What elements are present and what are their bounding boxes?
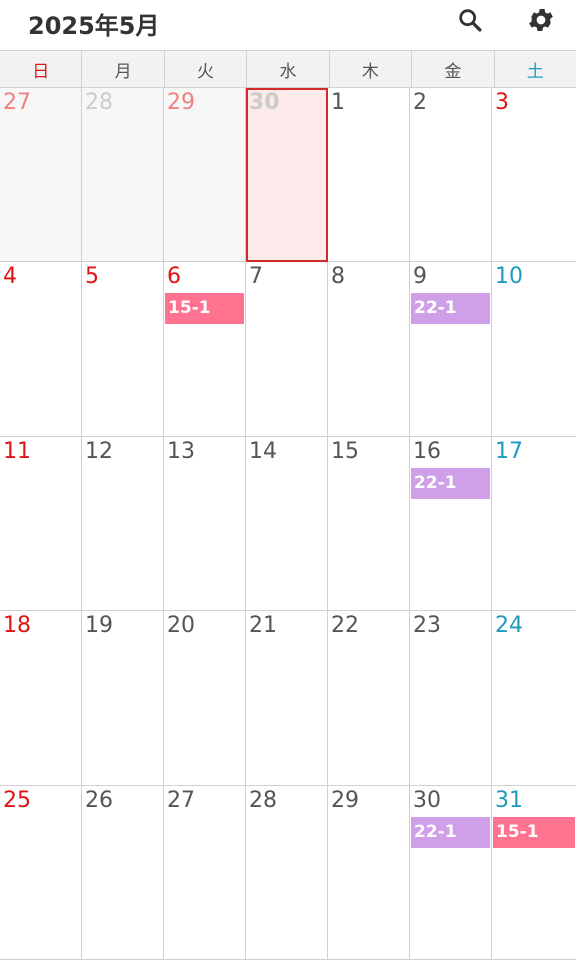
day-cell[interactable]: 26 xyxy=(82,785,164,960)
day-cell[interactable]: 9 22-1 xyxy=(410,262,492,437)
day-number: 1 xyxy=(331,90,345,115)
day-number: 6 xyxy=(167,264,181,290)
month-title[interactable]: 2025年5月 xyxy=(28,6,160,41)
day-cell[interactable]: 5 xyxy=(82,262,164,437)
day-number: 14 xyxy=(249,438,277,464)
day-number: 29 xyxy=(331,787,359,813)
weekday-header-row: 日 月 火 水 木 金 土 xyxy=(0,50,576,88)
day-number: 5 xyxy=(85,264,99,290)
weekday-sat: 土 xyxy=(526,61,544,82)
day-cell[interactable]: 13 xyxy=(164,436,246,612)
event-badge[interactable]: 22-1 xyxy=(411,293,490,325)
day-cell[interactable]: 20 xyxy=(164,611,246,786)
weekday-fri: 金 xyxy=(412,51,495,87)
gear-icon xyxy=(529,9,553,32)
day-cell[interactable]: 25 xyxy=(0,785,82,960)
day-cell[interactable]: 4 xyxy=(0,262,82,437)
settings-button[interactable] xyxy=(519,0,563,40)
day-number: 8 xyxy=(331,264,345,290)
day-number: 17 xyxy=(495,438,523,464)
calendar-header: 2025年5月 xyxy=(0,0,576,50)
day-cell[interactable]: 1 xyxy=(328,88,410,263)
day-cell[interactable]: 15 xyxy=(328,436,410,612)
day-number: 20 xyxy=(167,613,195,639)
weekday-sun: 日 xyxy=(0,51,83,87)
day-cell[interactable]: 12 xyxy=(82,436,164,612)
day-cell[interactable]: 11 xyxy=(0,436,82,612)
day-cell[interactable]: 27 xyxy=(0,88,82,263)
day-cell[interactable]: 22 xyxy=(328,611,410,786)
day-cell[interactable]: 7 xyxy=(246,262,328,437)
day-cell[interactable]: 31 15-1 xyxy=(492,785,576,960)
day-number: 23 xyxy=(413,613,441,639)
day-number: 22 xyxy=(331,613,359,639)
day-cell[interactable]: 3 xyxy=(492,88,576,263)
day-cell[interactable]: 6 15-1 xyxy=(164,262,246,437)
weekday-tue: 火 xyxy=(165,51,248,87)
day-number: 27 xyxy=(167,787,195,813)
event-badge[interactable]: 22-1 xyxy=(411,816,490,848)
search-icon xyxy=(459,9,482,32)
day-number: 19 xyxy=(85,613,113,639)
weekday-mon: 月 xyxy=(82,51,165,87)
day-number: 26 xyxy=(85,787,113,813)
day-number: 3 xyxy=(495,90,509,115)
event-badge[interactable]: 22-1 xyxy=(411,467,490,499)
month-grid: 27 28 29 30 1 2 3 4 5 6 15-1 7 8 9 22-1 10 11 12 13 14 15 16 2… xyxy=(0,88,576,960)
day-cell[interactable]: 10 xyxy=(492,262,576,437)
day-cell[interactable]: 18 xyxy=(0,611,82,786)
day-cell[interactable]: 19 xyxy=(82,611,164,786)
day-cell[interactable]: 17 xyxy=(492,436,576,612)
day-number: 29 xyxy=(167,90,195,115)
day-number: 18 xyxy=(3,613,31,639)
search-button[interactable] xyxy=(448,0,492,40)
day-number: 15 xyxy=(331,438,359,464)
day-cell[interactable]: 24 xyxy=(492,611,576,786)
day-cell[interactable]: 30 22-1 xyxy=(410,785,492,960)
day-cell[interactable]: 30 xyxy=(246,88,328,263)
day-cell[interactable]: 28 xyxy=(246,785,328,960)
day-cell[interactable]: 28 xyxy=(82,88,164,263)
day-cell[interactable]: 27 xyxy=(164,785,246,960)
day-number: 30 xyxy=(249,90,280,115)
day-cell[interactable]: 29 xyxy=(328,785,410,960)
day-number: 25 xyxy=(3,787,31,813)
day-number: 16 xyxy=(413,438,441,464)
day-number: 11 xyxy=(3,438,31,464)
day-number: 27 xyxy=(3,90,31,115)
weekday-thu: 木 xyxy=(330,51,413,87)
day-number: 28 xyxy=(249,787,277,813)
day-number: 30 xyxy=(413,787,441,813)
day-number: 4 xyxy=(3,264,17,290)
day-cell[interactable]: 29 xyxy=(164,88,246,263)
day-number: 13 xyxy=(167,438,195,464)
day-number: 7 xyxy=(249,264,263,290)
day-cell[interactable]: 23 xyxy=(410,611,492,786)
day-number: 28 xyxy=(85,90,113,115)
day-number: 2 xyxy=(413,90,427,115)
day-cell[interactable]: 14 xyxy=(246,436,328,612)
day-number: 9 xyxy=(413,264,427,290)
day-number: 24 xyxy=(495,613,523,639)
event-badge[interactable]: 15-1 xyxy=(493,816,575,848)
weekday-wed: 水 xyxy=(247,51,330,87)
day-cell[interactable]: 21 xyxy=(246,611,328,786)
day-cell[interactable]: 2 xyxy=(410,88,492,263)
day-cell[interactable]: 8 xyxy=(328,262,410,437)
day-number: 31 xyxy=(495,787,523,813)
day-number: 21 xyxy=(249,613,277,639)
day-cell[interactable]: 16 22-1 xyxy=(410,436,492,612)
day-number: 10 xyxy=(495,264,523,290)
day-number: 12 xyxy=(85,438,113,464)
event-badge[interactable]: 15-1 xyxy=(165,293,244,325)
